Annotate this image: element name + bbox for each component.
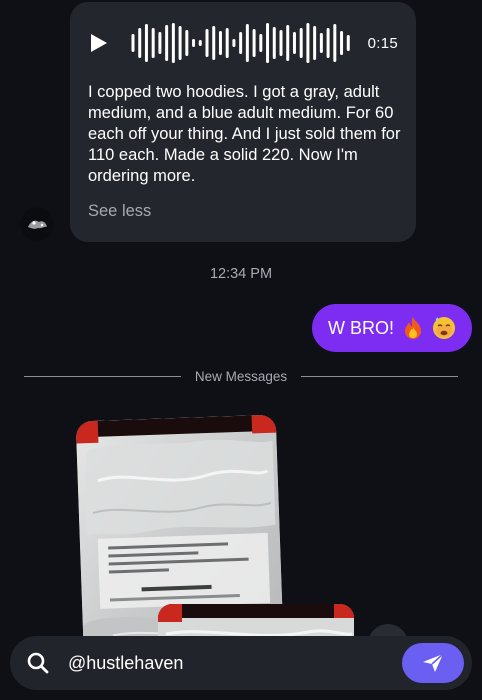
waveform-bar [239,32,243,54]
waveform-bar [245,24,249,62]
waveform-bar [165,25,169,61]
waveform-bar [313,26,317,60]
waveform-bar [198,40,202,46]
waveform-bar [272,27,276,59]
voice-player: 0:15 [88,20,398,66]
voice-duration: 0:15 [367,34,398,52]
waveform-bar [286,25,290,61]
send-button[interactable] [402,643,464,683]
waveform-bar [333,24,337,62]
message-timestamp: 12:34 PM [209,266,273,282]
fire-emoji [402,316,424,340]
waveform-bar [299,28,303,58]
hot-face-emoji [432,316,456,340]
voice-message-bubble: 0:15 I copped two hoodies. I got a gray,… [70,2,416,242]
search-icon[interactable] [26,651,50,675]
waveform-bar [319,33,323,53]
waveform-bar [178,26,182,60]
avatar-image [20,207,54,241]
waveform-bar [346,35,350,51]
waveform-bar [306,23,310,63]
divider-line-left [24,375,181,377]
waveform-bar [158,32,162,54]
waveform-bar [252,29,256,57]
see-less-link[interactable]: See less [88,202,151,221]
dm-thread-screen: 0:15 I copped two hoodies. I got a gray,… [0,0,482,700]
waveform-bar [218,31,222,55]
sender-avatar[interactable] [20,207,54,241]
waveform-bar [205,29,209,57]
waveform-bar [225,28,229,58]
message-input[interactable] [68,652,402,674]
voice-transcript: I copped two hoodies. I got a gray, adul… [88,83,401,185]
waveform-bar [326,28,330,58]
waveform-bar [266,23,270,63]
waveform-bar [131,34,135,52]
outgoing-message-bubble[interactable]: W BRO! [312,304,472,352]
waveform-bar [138,28,142,58]
waveform-bar [232,39,236,47]
waveform-bar [292,32,296,54]
outgoing-message-text: W BRO! [328,317,394,338]
waveform-bar [171,23,175,63]
waveform-bar [151,28,155,58]
waveform-bar [185,30,189,56]
play-button[interactable] [88,31,110,55]
waveform-bar [259,34,263,52]
waveform-bar [144,24,148,62]
waveform-bar [192,39,196,47]
new-messages-divider: New Messages [24,366,459,386]
audio-waveform[interactable] [130,20,352,66]
play-icon [91,34,107,52]
send-icon [423,653,444,672]
waveform-bar [279,30,283,56]
message-composer [10,636,472,690]
new-messages-label: New Messages [194,368,288,384]
divider-line-right [301,375,459,377]
waveform-bar [212,26,216,60]
waveform-bar [340,31,344,55]
